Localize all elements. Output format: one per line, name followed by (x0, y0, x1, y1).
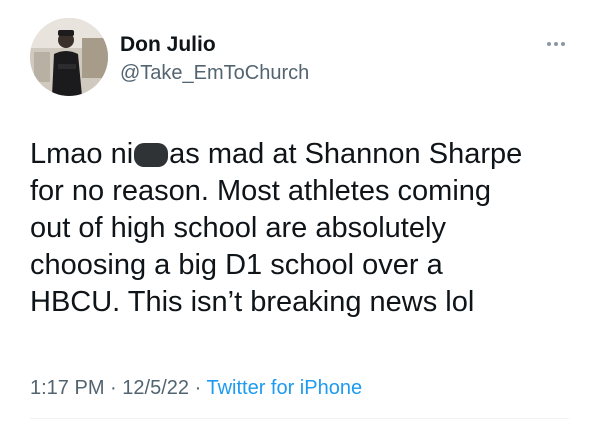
tweet-line-3: out of high school are absolutely (30, 212, 446, 244)
profile-photo-icon (30, 18, 108, 96)
tweet-line-5: HBCU. This isn’t breaking news lol (30, 286, 475, 318)
tweet-card: Don Julio @Take_EmToChurch Lmao ni as mad… (0, 0, 595, 425)
tweet-line-1: Lmao ni as mad at Shannon Sharpe (30, 136, 570, 173)
user-handle[interactable]: @Take_EmToChurch (120, 61, 309, 85)
tweet-text-before-censor: Lmao ni (30, 138, 134, 170)
tweet-meta: 1:17 PM · 12/5/22 · Twitter for iPhone (30, 376, 362, 400)
tweet-time[interactable]: 1:17 PM (30, 377, 104, 399)
meta-separator: · (194, 377, 202, 399)
author-names: Don Julio @Take_EmToChurch (120, 33, 309, 85)
tweet-line-2: for no reason. Most athletes coming (30, 175, 492, 207)
censor-blot (134, 143, 169, 167)
avatar[interactable] (30, 18, 108, 96)
meta-separator: · (110, 377, 117, 399)
divider (30, 418, 569, 419)
tweet-line-4: choosing a big D1 school over a (30, 249, 443, 281)
more-options-icon[interactable] (545, 36, 567, 46)
tweet-text-after-censor: as mad at Shannon Sharpe (169, 138, 523, 170)
tweet-date[interactable]: 12/5/22 (122, 377, 189, 399)
tweet-text: Lmao ni as mad at Shannon Sharpe for no r… (30, 136, 570, 321)
tweet-source-link[interactable]: Twitter for iPhone (206, 377, 362, 399)
tweet-header: Don Julio @Take_EmToChurch (30, 14, 571, 98)
display-name[interactable]: Don Julio (120, 33, 309, 57)
